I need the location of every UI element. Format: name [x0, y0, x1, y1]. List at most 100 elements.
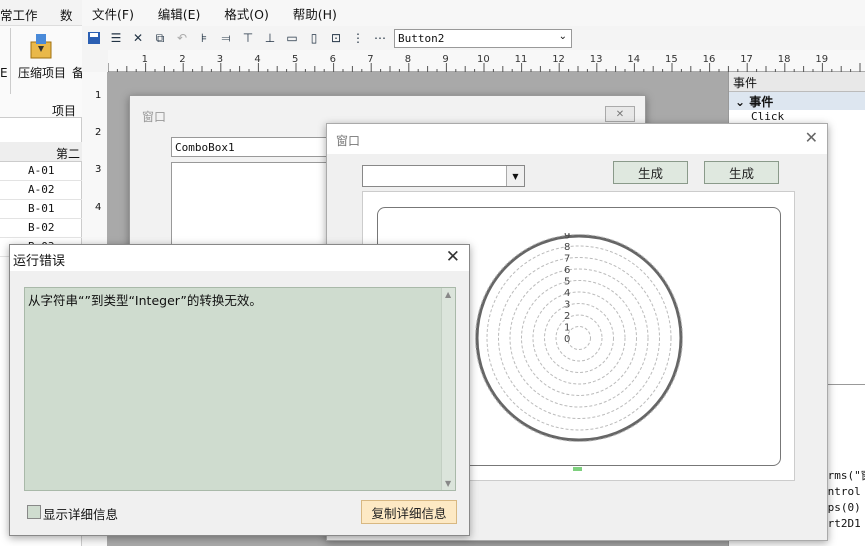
vertical-space-icon[interactable]: ⋮	[350, 30, 366, 46]
ruler-number: 1	[95, 90, 102, 101]
show-details-checkbox[interactable]	[27, 505, 41, 519]
align-left-icon[interactable]: ⊧	[196, 30, 212, 46]
ruler-number: 18	[778, 54, 791, 65]
radar-tick-label: 4	[564, 288, 570, 299]
same-height-icon[interactable]: ▯	[306, 30, 322, 46]
same-width-icon[interactable]: ▭	[284, 30, 300, 46]
ruler-ticks: 1 2 3 4 5 6 7 8 9 10 11 12 13 14 15 16 17 18 19	[107, 54, 861, 72]
bg-menubar: 常工作 数据	[0, 0, 82, 42]
close-icon[interactable]: ✕	[605, 106, 635, 122]
control-selector[interactable]: Button2 ⌄	[394, 28, 572, 48]
scroll-down-icon[interactable]: ▼	[445, 479, 451, 488]
control-selector-value: Button2	[398, 31, 445, 45]
ruler-number: 16	[703, 54, 716, 65]
ruler-number: 13	[590, 54, 603, 65]
radar-chart: 9876543210	[475, 233, 683, 442]
save-icon[interactable]	[86, 30, 102, 46]
scrollbar[interactable]: ▲ ▼	[441, 288, 455, 490]
props-group[interactable]: ⌄ 事件	[729, 92, 865, 110]
bg-table: A-01 A-02 B-01 B-02 B-03	[0, 162, 82, 257]
ruler-number: 10	[477, 54, 490, 65]
ruler-number: 1	[142, 54, 148, 65]
undo-icon[interactable]: ↶	[174, 30, 190, 46]
table-row[interactable]: B-02	[0, 219, 82, 238]
generate-button-1[interactable]: 生成	[613, 161, 688, 184]
table-row[interactable]: A-02	[0, 181, 82, 200]
ruler-number: 15	[665, 54, 678, 65]
align-top-icon[interactable]: ⊤	[240, 30, 256, 46]
ruler-number: 4	[254, 54, 260, 65]
radar-tick-label: 0	[564, 334, 570, 345]
ruler-number: 4	[95, 202, 102, 213]
menu-edit[interactable]: 编辑(E)	[148, 0, 211, 23]
center-icon[interactable]: ⊡	[328, 30, 344, 46]
align-bottom-icon[interactable]: ⊥	[262, 30, 278, 46]
error-dialog[interactable]: 运行错误 ✕ 从字符串“”到类型“Integer”的转换无效。 ▲ ▼ 显示详细…	[9, 244, 470, 536]
ruler-number: 7	[367, 54, 373, 65]
design-window-title: 窗口	[142, 110, 167, 124]
table-row[interactable]: B-01	[0, 200, 82, 219]
column-header: 第二	[56, 147, 81, 161]
ruler-number: 12	[552, 54, 565, 65]
menu-help[interactable]: 帮助(H)	[283, 0, 347, 23]
error-message-box[interactable]: 从字符串“”到类型“Integer”的转换无效。 ▲ ▼	[24, 287, 456, 491]
radar-tick-label: 8	[564, 242, 570, 253]
delete-icon[interactable]: ✕	[130, 30, 146, 46]
generate-button-2[interactable]: 生成	[704, 161, 779, 184]
horizontal-ruler: 1 2 3 4 5 6 7 8 9 10 11 12 13 14 15 16 17 18 19	[107, 50, 865, 72]
marker-dot	[573, 467, 582, 471]
runtime-combobox[interactable]: ▼	[362, 165, 525, 187]
ruler-number: 19	[815, 54, 828, 65]
radar-tick-label: 1	[564, 323, 570, 334]
ruler-number: 14	[627, 54, 640, 65]
error-titlebar: 运行错误 ✕	[10, 245, 469, 271]
chevron-down-icon[interactable]: ⌄	[559, 31, 567, 42]
menu-file[interactable]: 文件(F)	[82, 0, 144, 23]
design-combobox[interactable]: ComboBox1	[171, 137, 331, 157]
menu-format[interactable]: 格式(O)	[214, 0, 279, 23]
ruler-number: 2	[179, 54, 185, 65]
radar-tick-label: 9	[564, 233, 570, 242]
scroll-up-icon[interactable]: ▲	[445, 290, 451, 299]
bg-menu-item[interactable]: 常工作	[0, 5, 38, 24]
ide-toolbar: ☰ ✕ ⧉ ↶ ⊧ ⫤ ⊤ ⊥ ▭ ▯ ⊡ ⋮ ⋯ Button2 ⌄	[86, 27, 572, 49]
dropdown-arrow-icon[interactable]: ▼	[506, 166, 524, 186]
radar-tick-label: 7	[564, 254, 570, 265]
ruler-number: 11	[515, 54, 528, 65]
ruler-number: 3	[217, 54, 223, 65]
ruler-number: 5	[292, 54, 298, 65]
ruler-number: 6	[330, 54, 336, 65]
close-icon[interactable]: ✕	[446, 247, 460, 267]
align-right-icon[interactable]: ⫤	[218, 30, 234, 46]
props-item-click[interactable]: Click	[729, 110, 865, 124]
table-row[interactable]: A-01	[0, 162, 82, 181]
bg-table-header: 第二	[0, 142, 82, 162]
collapse-icon[interactable]: ⌄	[735, 95, 749, 109]
combobox-value: ComboBox1	[175, 141, 235, 154]
ide-menubar: 文件(F) 编辑(E) 格式(O) 帮助(H)	[82, 0, 865, 26]
radar-tick-label: 2	[564, 311, 570, 322]
props-header: 事件	[729, 72, 865, 92]
show-details-label[interactable]: 显示详细信息	[43, 504, 118, 523]
compress-project-button[interactable]: 压缩项目	[18, 64, 66, 81]
divider	[10, 28, 11, 94]
runtime-titlebar: 窗口 ✕	[327, 124, 827, 154]
error-dialog-title: 运行错误	[13, 254, 66, 269]
ruler-number: 17	[740, 54, 753, 65]
bg-ribbon: E 压缩项目 备 项目	[0, 26, 84, 118]
close-icon[interactable]: ✕	[805, 128, 818, 147]
horizontal-space-icon[interactable]: ⋯	[372, 30, 388, 46]
radar-outer-ring	[475, 234, 683, 442]
compress-icon[interactable]	[28, 32, 56, 62]
copy-format-icon[interactable]: ⧉	[152, 30, 168, 46]
ruler-number: 2	[95, 127, 102, 138]
radar-tick-label: 3	[564, 300, 570, 311]
radar-tick-label: 6	[564, 265, 570, 276]
copy-details-button[interactable]: 复制详细信息	[361, 500, 457, 524]
ruler-number: 8	[405, 54, 411, 65]
ruler-number: 9	[442, 54, 448, 65]
ribbon-group-label: 项目	[52, 104, 77, 118]
runtime-window-title: 窗口	[336, 134, 361, 148]
radar-tick-label: 5	[564, 277, 570, 288]
properties-icon[interactable]: ☰	[108, 30, 124, 46]
